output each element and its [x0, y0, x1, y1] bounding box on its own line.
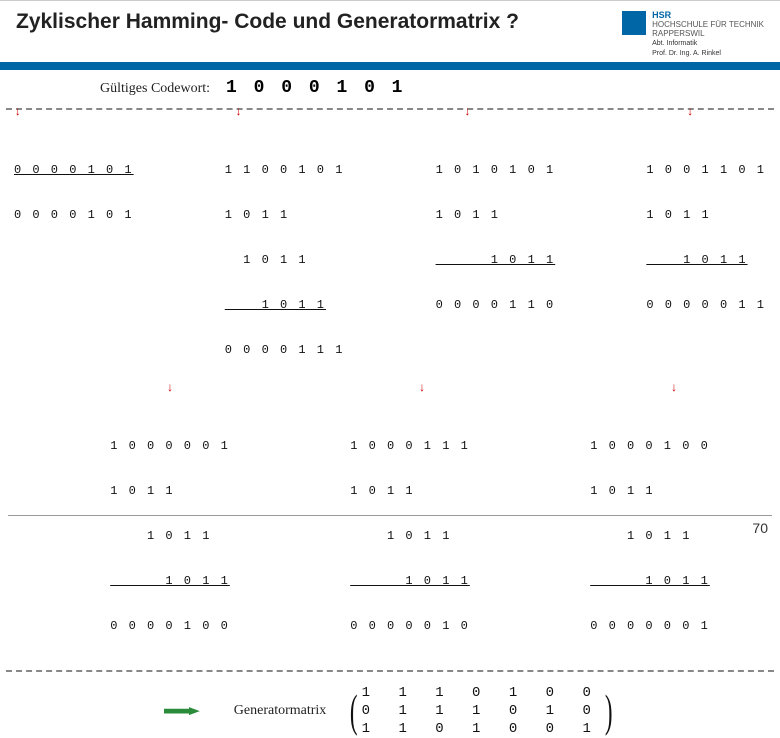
calc-line: 0 0 0 0 1 1 0: [436, 298, 556, 313]
calc-block: ↓ 1 0 0 0 1 0 0 1 0 1 1 1 0 1 1 1 0 1 1 …: [590, 394, 710, 664]
calc-line: 1 0 0 0 1 1 1: [350, 439, 470, 454]
arrow-down-icon: ↓: [464, 106, 473, 118]
generator-matrix: ( 1 1 1 0 1 0 0 0 1 1 1 0 1 0 1 1 0 1 0 …: [346, 684, 616, 738]
calc-line: 1 0 1 1: [646, 253, 766, 268]
calc-line: 0 0 0 0 1 0 0: [110, 619, 230, 634]
calc-line: 0 0 0 0 0 1 1: [646, 298, 766, 313]
calc-line: 1 0 1 1: [590, 574, 710, 589]
calc-line: 1 0 1 1: [225, 298, 345, 313]
logo-square-icon: [622, 11, 646, 35]
calc-line: 1 1 0 0 1 0 1: [225, 163, 345, 178]
calc-line: 1 0 1 1: [225, 208, 345, 223]
dashed-divider-1: [6, 108, 774, 110]
arrow-down-icon: ↓: [166, 382, 175, 394]
calc-line: 1 0 1 1: [590, 484, 710, 499]
bracket-right-icon: ): [605, 690, 613, 731]
calc-line: 1 0 1 1: [110, 484, 230, 499]
calc-block: ↓ 1 0 0 0 1 1 1 1 0 1 1 1 0 1 1 1 0 1 1 …: [350, 394, 470, 664]
matrix-body: 1 1 1 0 1 0 0 0 1 1 1 0 1 0 1 1 0 1 0 0 …: [362, 684, 601, 738]
calc-line: 1 0 1 1: [110, 529, 230, 544]
page-number: 70: [752, 520, 768, 536]
calc-line: 1 0 1 1: [590, 529, 710, 544]
calc-line: 0 0 0 0 1 0 1: [14, 208, 134, 223]
calc-line: 1 0 1 1: [350, 484, 470, 499]
calc-line: 1 0 0 0 1 0 0: [590, 439, 710, 454]
logo-prof: Prof. Dr. Ing. A. Rinkel: [652, 50, 764, 58]
calc-block: ↓ 1 0 1 0 1 0 1 1 0 1 1 1 0 1 1 0 0 0 0 …: [436, 118, 556, 388]
calc-line: 1 0 1 1: [110, 574, 230, 589]
calc-line: 1 0 0 1 1 0 1: [646, 163, 766, 178]
calc-block: ↓ 1 1 0 0 1 0 1 1 0 1 1 1 0 1 1 1 0 1 1 …: [225, 118, 345, 388]
dashed-divider-2: [6, 670, 774, 672]
arrow-down-icon: ↓: [14, 106, 23, 118]
arrow-right-icon: [164, 704, 214, 718]
codeword-value: 1 0 0 0 1 0 1: [226, 78, 405, 98]
calc-line: 1 0 1 1: [225, 253, 345, 268]
calc-block: ↓ 0 0 0 0 1 0 1 0 0 0 0 1 0 1: [14, 118, 134, 388]
generator-row: Generatormatrix ( 1 1 1 0 1 0 0 0 1 1 1 …: [0, 674, 780, 738]
arrow-down-icon: ↓: [670, 382, 679, 394]
logo-line2: RAPPERSWIL: [652, 30, 764, 39]
page-title: Zyklischer Hamming- Code und Generatorma…: [16, 9, 622, 34]
calc-line: 1 0 1 1: [350, 574, 470, 589]
generator-label: Generatormatrix: [234, 703, 327, 719]
calc-line: 0 0 0 0 1 1 1: [225, 343, 345, 358]
calc-line: 1 0 1 1: [646, 208, 766, 223]
calc-block: ↓ 1 0 0 0 0 0 1 1 0 1 1 1 0 1 1 1 0 1 1 …: [110, 394, 230, 664]
calc-line: 1 0 1 1: [350, 529, 470, 544]
arrow-down-icon: ↓: [235, 106, 244, 118]
calc-line: 1 0 0 0 0 0 1: [110, 439, 230, 454]
bracket-left-icon: (: [350, 690, 358, 731]
calc-line: 1 0 1 1: [436, 253, 556, 268]
logo: HSR HOCHSCHULE FÜR TECHNIK RAPPERSWIL Ab…: [622, 11, 764, 58]
arrow-down-icon: ↓: [418, 382, 427, 394]
calc-row-top: ↓ 0 0 0 0 1 0 1 0 0 0 0 1 0 1 ↓ 1 1 0 0 …: [0, 112, 780, 388]
codeword-label: Gültiges Codewort:: [100, 81, 210, 97]
calc-line: 1 0 1 0 1 0 1: [436, 163, 556, 178]
calc-line: 0 0 0 0 1 0 1: [14, 163, 134, 178]
logo-dept: Abt. Informatik: [652, 40, 764, 48]
calc-line: 0 0 0 0 0 0 1: [590, 619, 710, 634]
calc-line: 0 0 0 0 0 1 0: [350, 619, 470, 634]
calc-row-bottom: ↓ 1 0 0 0 0 0 1 1 0 1 1 1 0 1 1 1 0 1 1 …: [0, 388, 780, 664]
header-divider: [0, 62, 780, 70]
calc-block: ↓ 1 0 0 1 1 0 1 1 0 1 1 1 0 1 1 0 0 0 0 …: [646, 118, 766, 388]
calc-line: 1 0 1 1: [436, 208, 556, 223]
arrow-down-icon: ↓: [686, 106, 695, 118]
footer-line: [8, 515, 772, 516]
